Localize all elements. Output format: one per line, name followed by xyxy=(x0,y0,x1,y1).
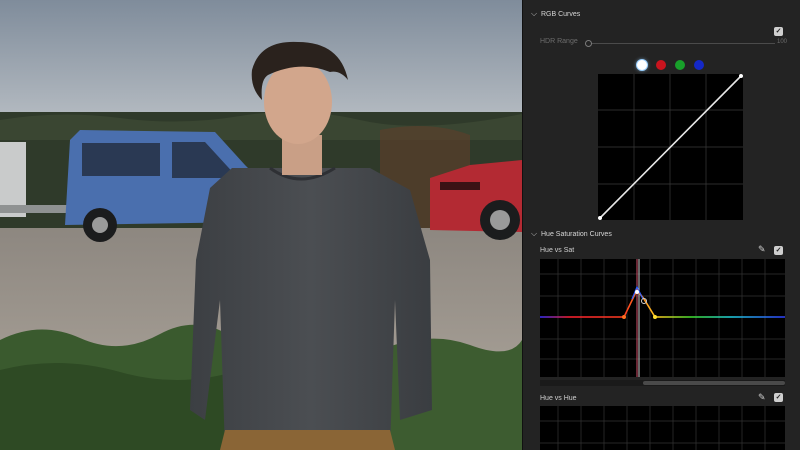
hdr-range-label: HDR Range xyxy=(540,38,578,45)
eyedropper-icon[interactable]: ✎ xyxy=(758,392,766,403)
hue-vs-hue-graph[interactable] xyxy=(540,406,785,450)
hdr-range-knob[interactable] xyxy=(585,40,592,47)
rgb-curves-header[interactable]: ⌵ RGB Curves xyxy=(523,6,580,22)
hue-sat-scrollbar[interactable] xyxy=(540,380,785,386)
green-channel-button[interactable] xyxy=(675,60,685,70)
hue-vs-hue-label: Hue vs Hue xyxy=(540,395,577,402)
hue-vs-sat-label: Hue vs Sat xyxy=(540,247,575,254)
white-channel-button[interactable] xyxy=(637,60,647,70)
chevron-down-icon[interactable]: ⌵ xyxy=(527,9,541,19)
curve-point-white xyxy=(739,74,743,78)
hue-vs-sat-enable-checkbox[interactable]: ✓ xyxy=(774,246,783,255)
video-preview xyxy=(0,0,522,450)
hue-sat-grid xyxy=(540,259,785,377)
red-channel-button[interactable] xyxy=(656,60,666,70)
checkmark-icon: ✓ xyxy=(775,394,782,401)
hue-sat-point-2 xyxy=(635,290,639,294)
hue-saturation-title: Hue Saturation Curves xyxy=(541,230,612,238)
hue-hue-grid xyxy=(540,406,785,450)
rgb-curves-title: RGB Curves xyxy=(541,10,581,18)
hdr-range-value: 100 xyxy=(777,39,788,45)
checkmark-icon: ✓ xyxy=(775,28,782,35)
hue-sat-point-1 xyxy=(622,315,626,319)
rgb-curve-graph[interactable] xyxy=(598,74,743,220)
hue-vs-sat-graph[interactable] xyxy=(540,259,785,377)
hdr-range-track[interactable] xyxy=(589,43,775,44)
curve-point-black xyxy=(598,216,602,220)
checkmark-icon: ✓ xyxy=(775,247,782,254)
rgb-curves-enable-checkbox[interactable]: ✓ xyxy=(774,27,783,36)
hue-sat-curve xyxy=(540,288,785,318)
chevron-down-icon[interactable]: ⌵ xyxy=(527,229,541,239)
hue-saturation-header[interactable]: ⌵ Hue Saturation Curves xyxy=(523,226,612,242)
blue-channel-button[interactable] xyxy=(694,60,704,70)
hue-vs-hue-enable-checkbox[interactable]: ✓ xyxy=(774,393,783,402)
eyedropper-icon[interactable]: ✎ xyxy=(758,244,766,255)
hue-sat-point-4 xyxy=(653,315,657,319)
hue-sat-scrollbar-thumb[interactable] xyxy=(643,381,785,385)
color-panel: ⌵ RGB Curves ✓ HDR Range 100 ⌵ Hue Satur… xyxy=(522,0,800,450)
